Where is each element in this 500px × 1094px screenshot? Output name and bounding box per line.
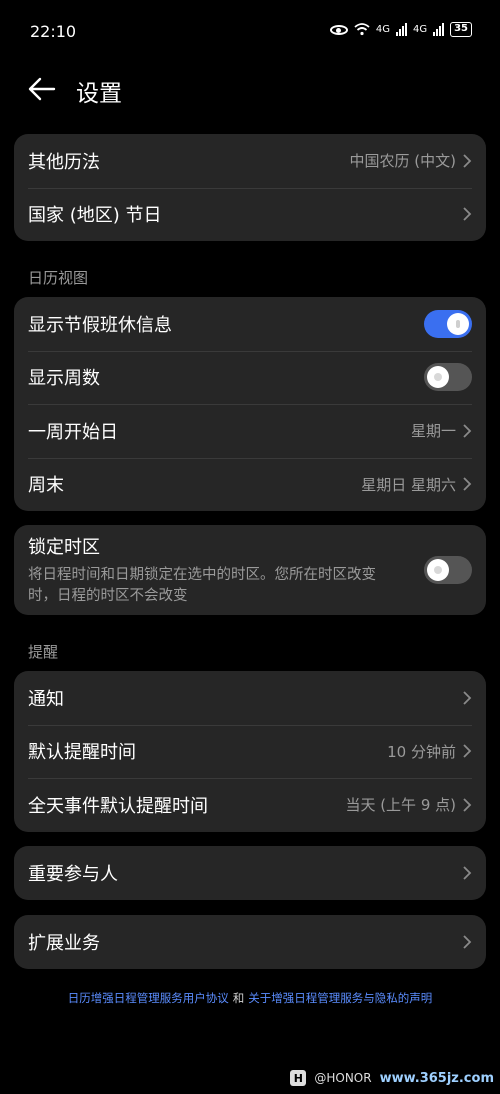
watermark-site: www.365jz.com [379,1070,494,1086]
holiday-info-label: 显示节假班休信息 [28,314,172,336]
lock-timezone-title: 锁定时区 [28,537,100,558]
privacy-statement-link[interactable]: 关于增强日程管理服务与隐私的声明 [248,991,432,1005]
holidays-label: 国家 (地区) 节日 [28,205,162,227]
weekend-label: 周末 [28,475,64,497]
timezone-card: 锁定时区 将日程时间和日期锁定在选中的时区。您所在时区改变时，日程的时区不会改变 [14,525,486,615]
allday-reminder-label: 全天事件默认提醒时间 [28,795,208,817]
lock-timezone-text: 锁定时区 将日程时间和日期锁定在选中的时区。您所在时区改变时，日程的时区不会改变 [28,533,424,607]
weekend-row[interactable]: 周末 星期日 星期六 [14,457,486,512]
user-agreement-link[interactable]: 日历增强日程管理服务用户协议 [68,991,229,1005]
holiday-info-row: 显示节假班休信息 [14,297,486,351]
calendar-view-card: 显示节假班休信息 显示周数 一周开始日 星期一 周末 星期日 星期六 [14,297,486,511]
chevron-right-icon [463,477,472,491]
back-arrow-icon[interactable] [28,76,56,102]
signal-2-icon [433,23,445,36]
status-icons: 4G 4G 35 [329,22,472,37]
reminder-section-title: 提醒 [28,643,59,661]
week-number-toggle[interactable] [424,363,472,392]
important-people-row[interactable]: 重要参与人 [14,846,486,900]
chevron-right-icon [463,798,472,812]
week-start-label: 一周开始日 [28,421,118,443]
wifi-icon [354,23,370,36]
network-type-2: 4G [412,24,428,35]
chevron-right-icon [463,691,472,705]
lock-timezone-description: 将日程时间和日期锁定在选中的时区。您所在时区改变时，日程的时区不会改变 [28,567,376,604]
default-reminder-value: 10 分钟前 [387,742,456,761]
chevron-right-icon [463,935,472,949]
important-people-label: 重要参与人 [28,863,118,885]
default-reminder-label: 默认提醒时间 [28,742,136,764]
notification-label: 通知 [28,688,64,710]
battery-icon: 35 [450,22,472,37]
watermark: H @HONOR www.365jz.com [290,1070,494,1086]
extension-card: 扩展业务 [14,915,486,969]
chevron-right-icon [463,207,472,221]
lock-timezone-toggle[interactable] [424,556,472,584]
other-calendar-label: 其他历法 [28,151,100,173]
chevron-right-icon [463,424,472,438]
holiday-info-toggle[interactable] [424,309,472,338]
signal-1-icon [395,23,407,36]
settings-screen: 22:10 4G 4G 35 设置 其他历法 中国农历 (中文) 国家 (地区)… [0,0,500,1094]
status-time: 22:10 [30,22,77,41]
week-start-row[interactable]: 一周开始日 星期一 [14,404,486,458]
chevron-right-icon [463,866,472,880]
network-type-1: 4G [375,24,390,35]
header: 设置 [0,66,500,112]
weekend-value: 星期日 星期六 [361,475,456,494]
allday-reminder-value: 当天 (上午 9 点) [345,796,456,815]
important-people-card: 重要参与人 [14,846,486,900]
calendar-group-card: 其他历法 中国农历 (中文) 国家 (地区) 节日 [14,134,486,241]
lock-timezone-row: 锁定时区 将日程时间和日期锁定在选中的时区。您所在时区改变时，日程的时区不会改变 [14,525,486,615]
calendar-view-section-title: 日历视图 [28,269,89,287]
honor-logo-icon: H [290,1070,307,1086]
page-title: 设置 [76,81,122,107]
other-calendar-row[interactable]: 其他历法 中国农历 (中文) [14,134,486,188]
allday-reminder-row[interactable]: 全天事件默认提醒时间 当天 (上午 9 点) [14,778,486,832]
holidays-row[interactable]: 国家 (地区) 节日 [14,187,486,242]
extension-label: 扩展业务 [28,932,100,954]
status-bar: 22:10 4G 4G 35 [0,0,500,66]
extension-row[interactable]: 扩展业务 [14,915,486,969]
other-calendar-value: 中国农历 (中文) [349,152,456,171]
watermark-text: @HONOR [314,1071,372,1085]
week-start-value: 星期一 [410,422,456,441]
default-reminder-row[interactable]: 默认提醒时间 10 分钟前 [14,724,486,779]
chevron-right-icon [463,154,472,168]
week-number-row: 显示周数 [14,350,486,405]
footer-and: 和 [232,991,245,1005]
week-number-label: 显示周数 [28,368,100,390]
footer-links: 日历增强日程管理服务用户协议和关于增强日程管理服务与隐私的声明 [0,990,500,1006]
notification-row[interactable]: 通知 [14,671,486,725]
reminder-card: 通知 默认提醒时间 10 分钟前 全天事件默认提醒时间 当天 (上午 9 点) [14,671,486,832]
chevron-right-icon [463,744,472,758]
eye-comfort-icon [329,24,348,35]
